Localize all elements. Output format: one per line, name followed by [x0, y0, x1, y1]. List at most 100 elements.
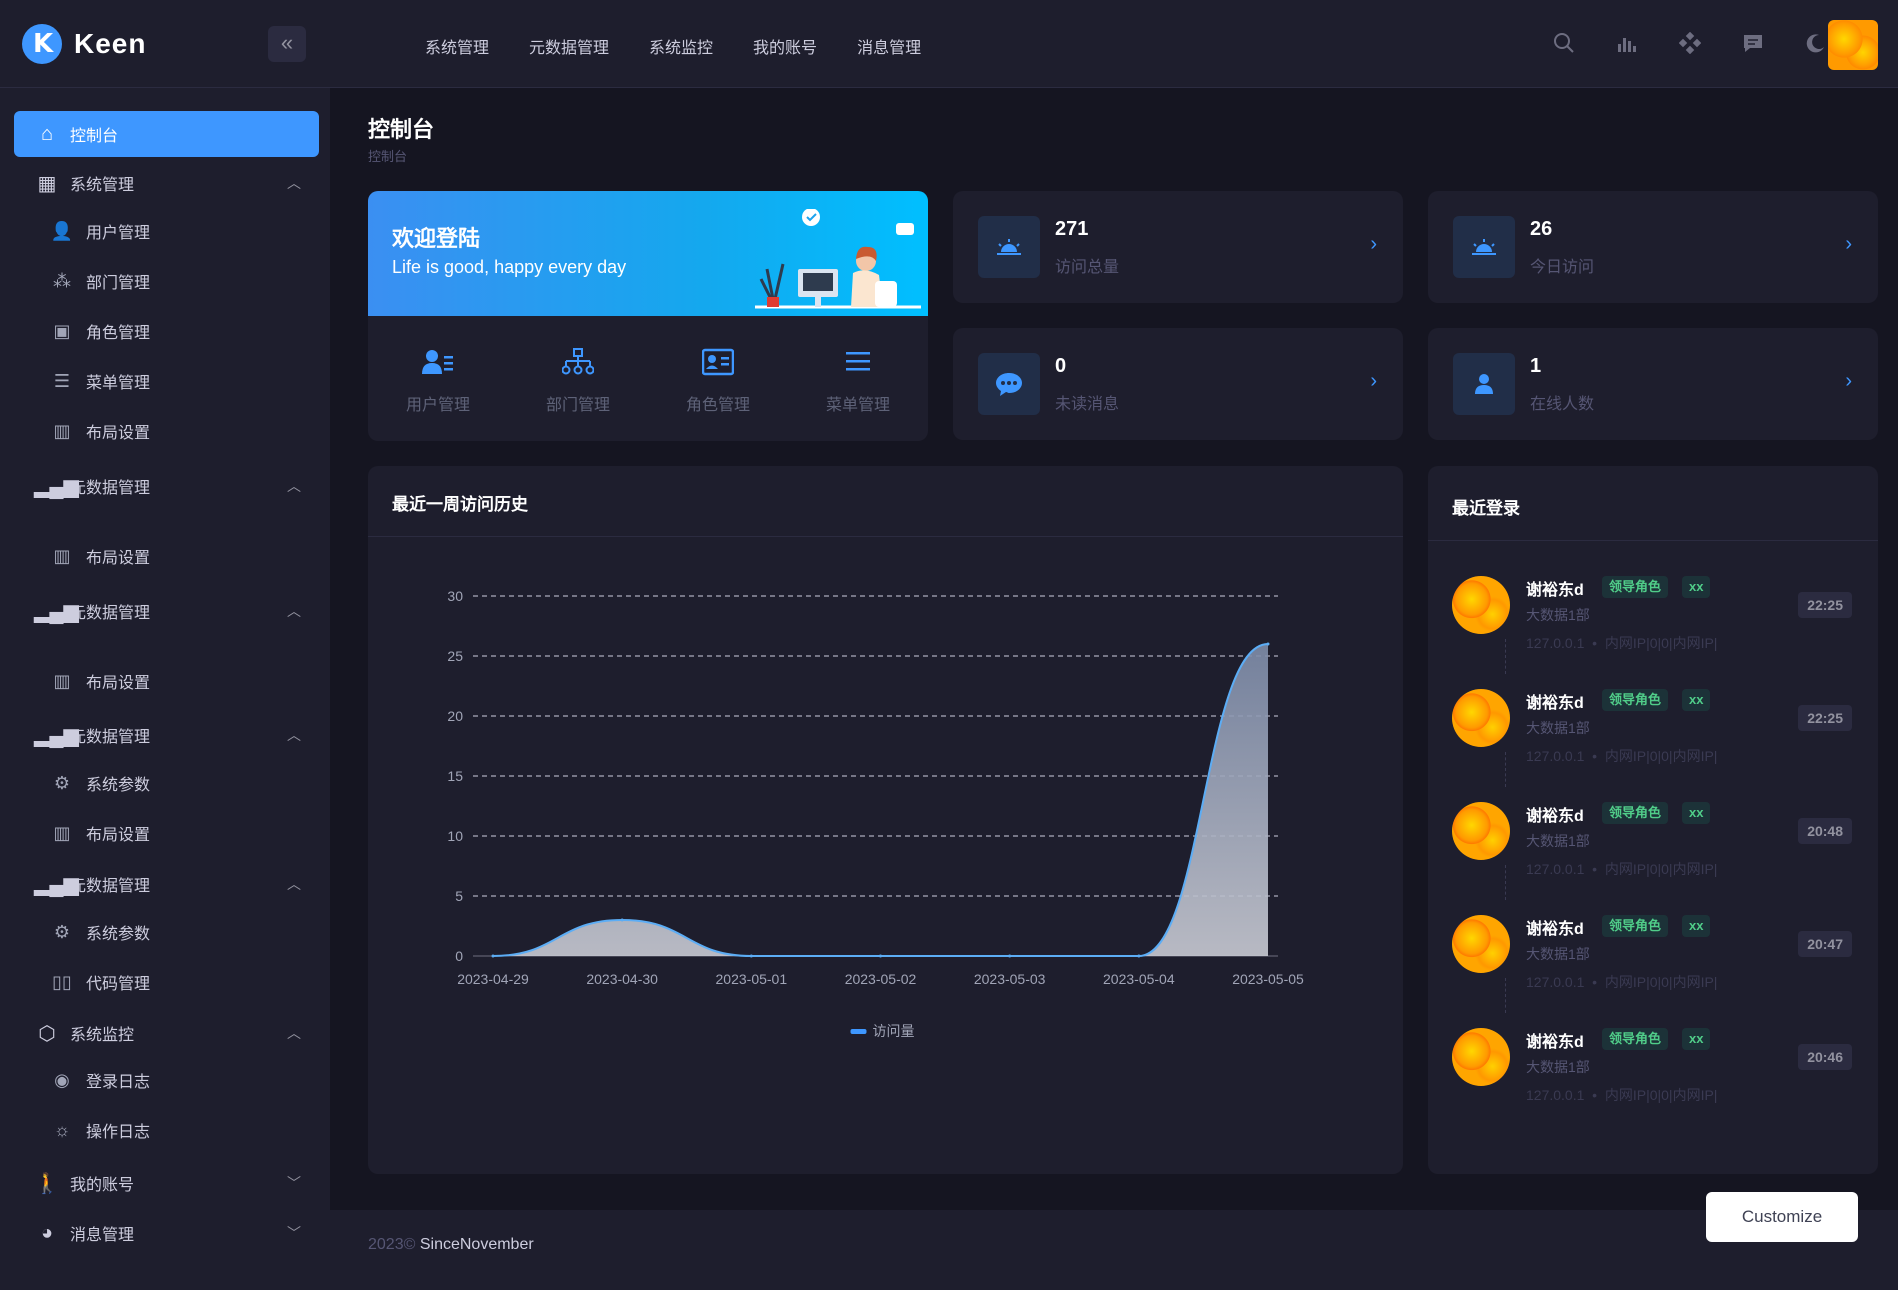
topnav-item-system[interactable]: 系统管理: [425, 34, 489, 58]
quick-link-menus[interactable]: 菜单管理: [788, 316, 928, 441]
visit-history-chart: 0 5 10 15 20 25 30 2023-04-29 2023-04-30 2023-05…: [447, 588, 1304, 1039]
tag-badge: xx: [1682, 1028, 1711, 1050]
role-badge: 领导角色: [1602, 689, 1669, 711]
sidebar-subitem-departments[interactable]: ⁂ 部门管理: [50, 261, 150, 301]
sidebar-item-metadata[interactable]: ▂▄▆ 元数据管理 ︿: [14, 861, 319, 907]
gear-icon: ⚙: [53, 921, 71, 942]
sidebar-item-metadata[interactable]: ▂▄▆ 元数据管理 ︿: [14, 463, 319, 509]
sidebar-item-monitor[interactable]: ⬡ 系统监控 ︿: [14, 1010, 319, 1056]
book-icon: ▯▯: [52, 971, 72, 992]
message-icon[interactable]: [1740, 30, 1765, 55]
sidebar-subitem-menus[interactable]: ☰ 菜单管理: [50, 361, 150, 401]
logo-icon: [22, 24, 62, 64]
login-ip: 127.0.0.1 • 内网IP|0|0|内网IP|: [1526, 974, 1718, 990]
sidebar-subitem-roles[interactable]: ▣ 角色管理: [50, 311, 150, 351]
sidebar-subitem-label: 布局设置: [86, 827, 151, 844]
sidebar-item-dashboard[interactable]: ⌂ 控制台: [14, 111, 319, 157]
y-tick-label: 30: [447, 588, 463, 604]
welcome-banner: 欢迎登陆 Life is good, happy every day: [368, 191, 928, 316]
sidebar-subitem-label: 系统参数: [86, 777, 151, 794]
sidebar-subitem-users[interactable]: 👤 用户管理: [50, 211, 150, 251]
stat-card-total-visits[interactable]: 271 访问总量 ›: [953, 191, 1403, 303]
sidebar-subitem-operation-log[interactable]: ☼ 操作日志: [50, 1110, 150, 1150]
data-point: [1008, 954, 1012, 958]
topnav-item-account[interactable]: 我的账号: [753, 34, 817, 58]
sidebar-subitem-label: 布局设置: [86, 425, 151, 442]
tag-badge: xx: [1682, 802, 1711, 824]
topnav-item-metadata[interactable]: 元数据管理: [529, 34, 609, 58]
sidebar-subitem-params[interactable]: ⚙ 系统参数: [50, 912, 150, 952]
x-tick-label: 2023-05-02: [845, 971, 917, 987]
footer-year: 2023©: [368, 1236, 416, 1253]
breadcrumb[interactable]: 控制台: [368, 146, 407, 165]
topnav-item-monitor[interactable]: 系统监控: [649, 34, 713, 58]
sidebar-subitem-code[interactable]: ▯▯ 代码管理: [50, 962, 150, 1002]
user-avatar[interactable]: [1828, 20, 1878, 70]
top-nav: 系统管理 元数据管理 系统监控 我的账号 消息管理: [425, 34, 921, 58]
sidebar-item-system[interactable]: ▦ 系统管理 ︿: [14, 160, 319, 206]
sidebar-item-label: 系统监控: [70, 1027, 135, 1044]
chevron-up-icon: ︿: [287, 175, 301, 191]
login-time: 20:47: [1798, 931, 1852, 957]
login-department: 大数据1部: [1526, 720, 1590, 736]
stat-card-unread-messages[interactable]: 0 未读消息 ›: [953, 328, 1403, 440]
login-time: 22:25: [1798, 592, 1852, 618]
quick-link-users[interactable]: 用户管理: [368, 316, 508, 441]
sidebar-item-label: 消息管理: [70, 1227, 135, 1244]
sidebar-subitem-layout[interactable]: ▥ 布局设置: [50, 661, 150, 701]
topnav-item-messages[interactable]: 消息管理: [857, 34, 921, 58]
role-badge: 领导角色: [1602, 915, 1669, 937]
stat-card-online-users[interactable]: 1 在线人数 ›: [1428, 328, 1878, 440]
collapse-sidebar-button[interactable]: «: [268, 26, 306, 62]
quick-link-departments[interactable]: 部门管理: [508, 316, 648, 441]
sidebar-subitem-layout[interactable]: ▥ 布局设置: [50, 411, 150, 451]
login-user-name: 谢裕东d: [1526, 921, 1584, 938]
chart-icon[interactable]: [1614, 30, 1639, 55]
login-department: 大数据1部: [1526, 1059, 1590, 1075]
sidebar-subitem-layout[interactable]: ▥ 布局设置: [50, 813, 150, 853]
role-badge: 领导角色: [1602, 1028, 1669, 1050]
logo[interactable]: Keen: [22, 24, 146, 64]
tag-badge: xx: [1682, 915, 1711, 937]
sidebar-subitem-label: 代码管理: [86, 976, 151, 993]
sidebar-subitem-params[interactable]: ⚙ 系统参数: [50, 763, 150, 803]
sidebar-item-metadata[interactable]: ▂▄▆ 元数据管理 ︿: [14, 712, 319, 758]
sidebar-item-label: 元数据管理: [70, 480, 151, 497]
menu-icon: [788, 348, 928, 383]
chevron-right-icon[interactable]: ›: [1370, 370, 1377, 393]
login-row[interactable]: 谢裕东d 领导角色 xx 大数据1部 127.0.0.1 • 内网IP|0|0|…: [1452, 687, 1852, 787]
login-row[interactable]: 谢裕东d 领导角色 xx 大数据1部 127.0.0.1 • 内网IP|0|0|…: [1452, 913, 1852, 1013]
chevron-up-icon: ︿: [287, 478, 301, 494]
customize-button[interactable]: Customize: [1706, 1192, 1858, 1242]
chevron-up-icon: ︿: [287, 1025, 301, 1041]
sidebar-item-account[interactable]: 🚶 我的账号 ﹀: [14, 1160, 319, 1206]
sidebar-item-label: 我的账号: [70, 1177, 135, 1194]
apps-icon[interactable]: [1677, 30, 1702, 55]
search-icon[interactable]: [1551, 30, 1576, 55]
sidebar-item-messages[interactable]: ◕ 消息管理 ﹀: [14, 1210, 319, 1256]
stat-card-today-visits[interactable]: 26 今日访问 ›: [1428, 191, 1878, 303]
data-point: [491, 954, 495, 958]
chevron-right-icon[interactable]: ›: [1845, 370, 1852, 393]
x-tick-label: 2023-05-05: [1232, 971, 1304, 987]
login-row[interactable]: 谢裕东d 领导角色 xx 大数据1部 127.0.0.1 • 内网IP|0|0|…: [1452, 800, 1852, 900]
quick-link-label: 用户管理: [405, 397, 470, 414]
login-user-name: 谢裕东d: [1526, 1034, 1584, 1051]
sidebar-item-metadata[interactable]: ▂▄▆ 元数据管理 ︿: [14, 588, 319, 634]
sidebar-subitem-layout[interactable]: ▥ 布局设置: [50, 536, 150, 576]
role-badge: 领导角色: [1602, 802, 1669, 824]
login-row[interactable]: 谢裕东d 领导角色 xx 大数据1部 127.0.0.1 • 内网IP|0|0|…: [1452, 574, 1852, 674]
welcome-subtitle: Life is good, happy every day: [392, 257, 627, 277]
quick-link-roles[interactable]: 角色管理: [648, 316, 788, 441]
moon-icon[interactable]: [1803, 30, 1828, 55]
sunrise-icon: [978, 216, 1040, 278]
chevron-right-icon[interactable]: ›: [1845, 233, 1852, 256]
chevron-right-icon[interactable]: ›: [1370, 233, 1377, 256]
sidebar-subitem-login-log[interactable]: ◉ 登录日志: [50, 1060, 150, 1100]
login-row[interactable]: 谢裕东d 领导角色 xx 大数据1部 127.0.0.1 • 内网IP|0|0|…: [1452, 1026, 1852, 1116]
login-ip: 127.0.0.1 • 内网IP|0|0|内网IP|: [1526, 748, 1718, 764]
x-tick-label: 2023-05-01: [716, 971, 788, 987]
footer-brand-link[interactable]: SinceNovember: [420, 1236, 534, 1253]
data-point: [1266, 642, 1270, 646]
stat-label: 今日访问: [1530, 259, 1595, 276]
